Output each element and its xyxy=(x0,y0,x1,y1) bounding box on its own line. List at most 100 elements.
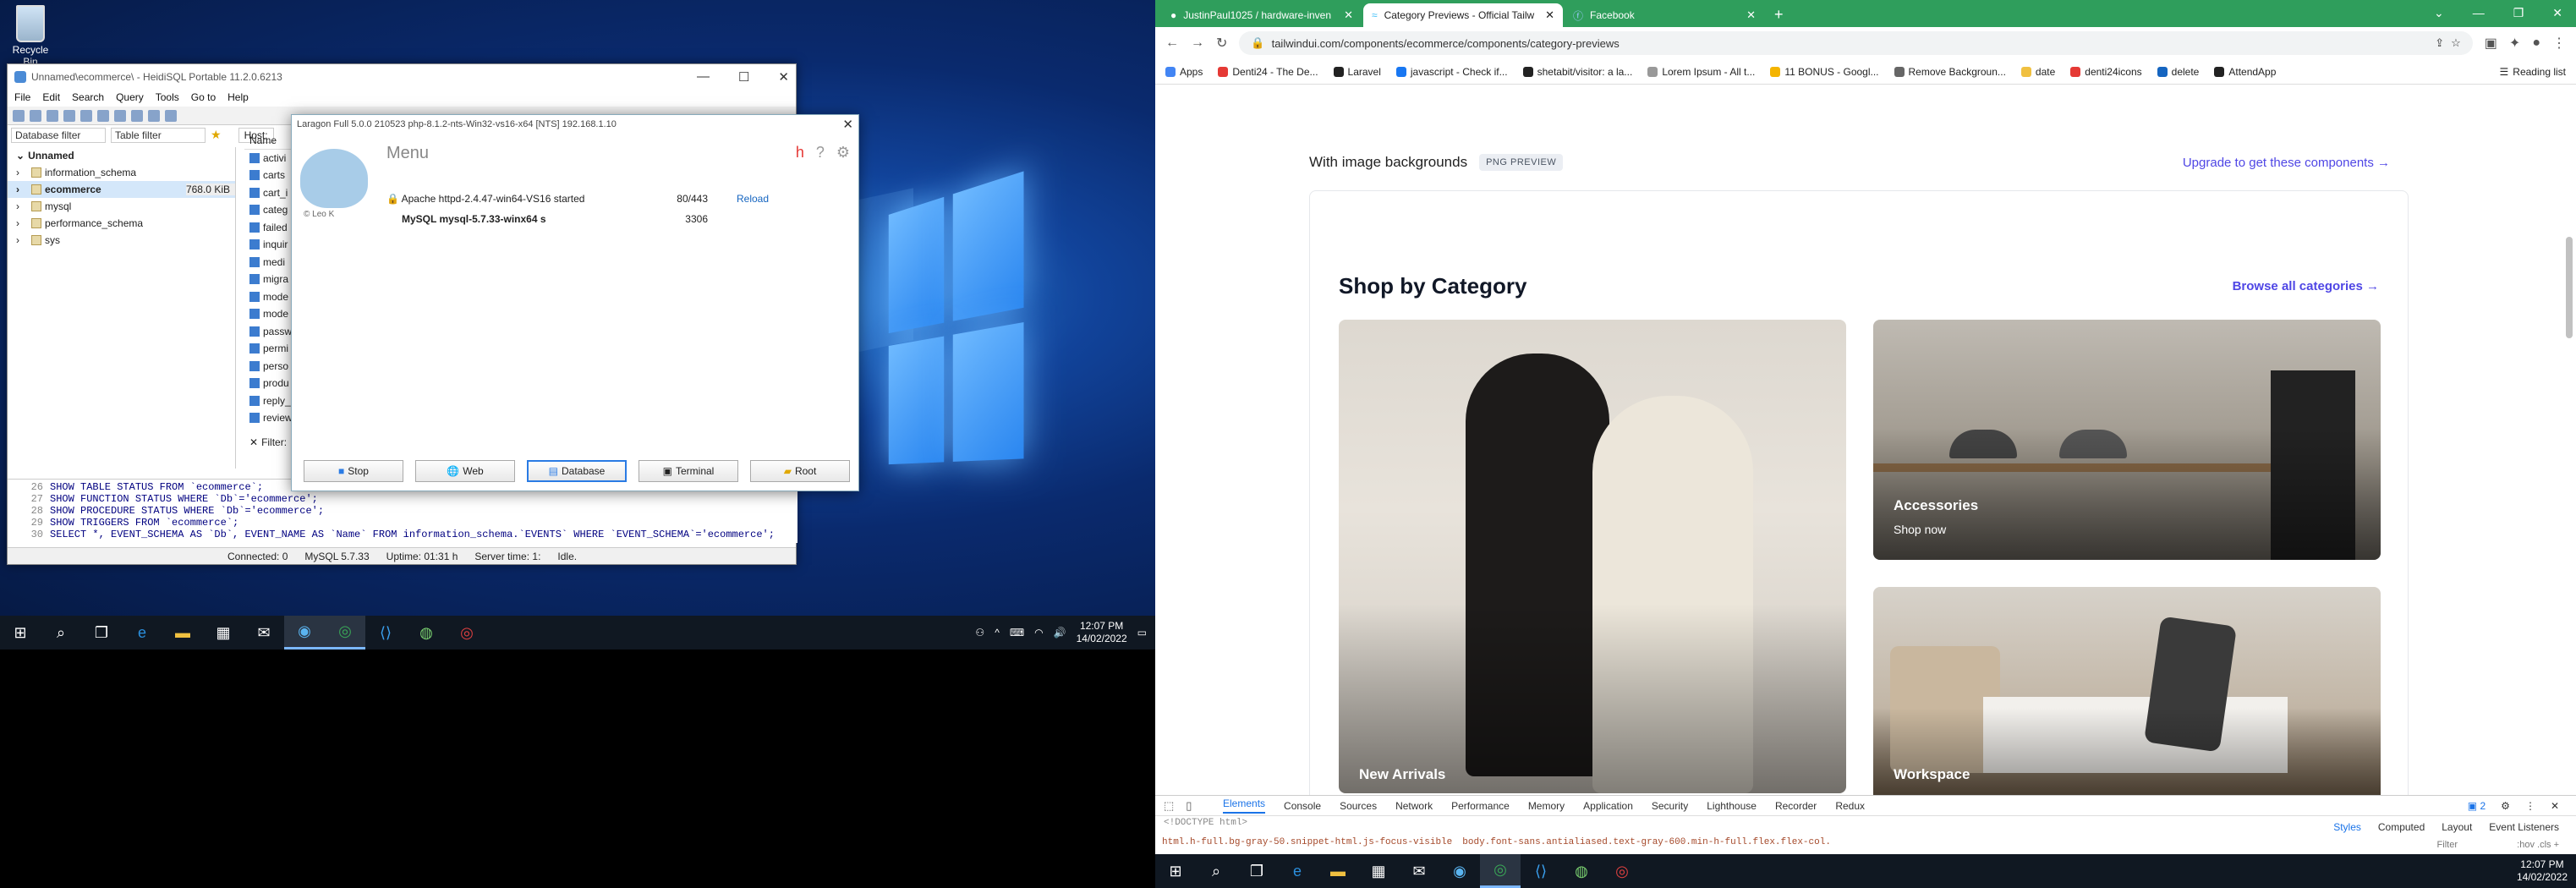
chrome-icon[interactable]: ◎ xyxy=(1480,854,1521,888)
laragon-h-icon[interactable]: h xyxy=(796,144,804,162)
web-button[interactable]: 🌐 Web xyxy=(415,460,515,482)
export-icon[interactable] xyxy=(114,109,126,122)
new-tab-button[interactable]: + xyxy=(1766,6,1792,27)
back-icon[interactable]: ← xyxy=(1165,36,1179,51)
expand-icon[interactable]: › xyxy=(16,184,19,195)
close-tab-icon[interactable]: ✕ xyxy=(1746,8,1756,22)
bookmark-item[interactable]: denti24icons xyxy=(2070,66,2142,78)
minimize-button[interactable]: — xyxy=(2473,6,2485,20)
tree-root[interactable]: ⌄ Unnamed xyxy=(8,147,235,164)
browser-tab[interactable]: ● JustinPaul1025 / hardware-inven ✕ xyxy=(1162,3,1362,27)
devtools-tab-application[interactable]: Application xyxy=(1583,800,1633,812)
puzzle-icon[interactable]: ✦ xyxy=(2509,35,2520,52)
task-view-icon[interactable]: ❐ xyxy=(81,616,122,650)
expand-icon[interactable]: › xyxy=(16,167,19,178)
close-button[interactable]: ✕ xyxy=(842,117,853,132)
expand-icon[interactable]: › xyxy=(16,217,19,229)
copy-icon[interactable] xyxy=(47,109,58,122)
device-toolbar-icon[interactable]: ▯ xyxy=(1186,799,1192,813)
maximize-button[interactable]: ☐ xyxy=(738,69,749,85)
bookmark-item[interactable]: Apps xyxy=(1165,66,1203,78)
category-card-accessories[interactable]: Accessories Shop now xyxy=(1873,320,2381,560)
tree-item[interactable]: › information_schema xyxy=(8,164,235,181)
forward-icon[interactable]: → xyxy=(1191,36,1204,51)
doctype-line[interactable]: <!DOCTYPE html> xyxy=(1164,818,1247,828)
styles-filter-hints[interactable]: :hov .cls + xyxy=(2517,840,2559,850)
mail-icon[interactable]: ✉ xyxy=(1399,854,1439,888)
menu-tools[interactable]: Tools xyxy=(156,91,179,105)
bookmark-item[interactable]: date xyxy=(2020,66,2055,78)
tree-item[interactable]: › performance_schema xyxy=(8,215,235,232)
styles-tab[interactable]: Styles xyxy=(2333,821,2361,833)
minimize-button[interactable]: — xyxy=(697,69,710,85)
mail-icon[interactable]: ✉ xyxy=(244,616,284,650)
recycle-bin[interactable]: Recycle Bin xyxy=(5,5,56,68)
devtools-tab-security[interactable]: Security xyxy=(1652,800,1688,812)
bookmark-item[interactable]: Lorem Ipsum - All t... xyxy=(1647,66,1755,78)
undo-icon[interactable] xyxy=(97,109,109,122)
browser-tab-active[interactable]: ≈ Category Previews - Official Tailw ✕ xyxy=(1363,3,1563,27)
menu-goto[interactable]: Go to xyxy=(191,91,216,105)
devtools-tab-recorder[interactable]: Recorder xyxy=(1775,800,1817,812)
vscode-icon[interactable]: ⟨⟩ xyxy=(1521,854,1561,888)
notifications-icon[interactable]: ▭ xyxy=(1137,627,1147,639)
laragon-titlebar[interactable]: Laragon Full 5.0.0 210523 php-8.1.2-nts-… xyxy=(292,115,858,134)
file-explorer-icon[interactable]: ▬ xyxy=(1318,854,1358,888)
bookmark-item[interactable]: 11 BONUS - Googl... xyxy=(1770,66,1879,78)
computed-tab[interactable]: Computed xyxy=(2378,821,2425,833)
reload-icon[interactable]: ↻ xyxy=(1216,35,1227,52)
disconnect-icon[interactable] xyxy=(30,109,41,122)
table-filter-input[interactable]: Table filter xyxy=(111,128,206,143)
bookmark-item[interactable]: delete xyxy=(2157,66,2199,78)
menu-edit[interactable]: Edit xyxy=(42,91,60,105)
devtools-tab-performance[interactable]: Performance xyxy=(1451,800,1510,812)
devtools-tab-redux[interactable]: Redux xyxy=(1835,800,1865,812)
devtools-tab-console[interactable]: Console xyxy=(1284,800,1321,812)
devtools-tab-lighthouse[interactable]: Lighthouse xyxy=(1707,800,1757,812)
laragon-taskbar-icon[interactable]: ◉ xyxy=(1439,854,1480,888)
gear-icon[interactable]: ⚙ xyxy=(836,144,850,162)
devtools-tab-memory[interactable]: Memory xyxy=(1528,800,1565,812)
store-icon[interactable]: ▦ xyxy=(203,616,244,650)
star-icon[interactable]: ★ xyxy=(211,128,222,143)
reload-link[interactable]: Reload xyxy=(737,193,769,205)
connect-icon[interactable] xyxy=(13,109,25,122)
volume-icon[interactable]: 🔊 xyxy=(1054,627,1066,639)
tree-item[interactable]: › mysql xyxy=(8,198,235,215)
stop-button[interactable]: ■ Stop xyxy=(304,460,403,482)
crumb-body[interactable]: body.font-sans.antialiased.text-gray-600… xyxy=(1462,837,1831,847)
store-icon[interactable]: ▦ xyxy=(1358,854,1399,888)
print-icon[interactable] xyxy=(80,109,92,122)
bookmark-item[interactable]: javascript - Check if... xyxy=(1395,66,1508,78)
laragon-taskbar-icon[interactable]: ◉ xyxy=(284,616,325,650)
laragon-menu[interactable]: Menu xyxy=(386,144,429,163)
bookmark-item[interactable]: AttendApp xyxy=(2214,66,2276,78)
vscode-icon[interactable]: ⟨⟩ xyxy=(365,616,406,650)
issues-badge[interactable]: ▣ 2 xyxy=(2468,800,2486,812)
file-explorer-icon[interactable]: ▬ xyxy=(162,616,203,650)
start-button[interactable]: ⊞ xyxy=(0,616,41,650)
close-tab-icon[interactable]: ✕ xyxy=(1344,8,1353,22)
menu-file[interactable]: File xyxy=(14,91,30,105)
collapse-icon[interactable]: ⌄ xyxy=(16,150,25,162)
devtools-tab-sources[interactable]: Sources xyxy=(1340,800,1377,812)
help-icon[interactable]: ? xyxy=(816,144,825,162)
search-icon[interactable]: ⌕ xyxy=(41,616,81,650)
expand-icon[interactable]: › xyxy=(16,234,19,246)
wifi-icon[interactable]: ◠ xyxy=(1034,627,1043,639)
menu-icon[interactable]: ⋮ xyxy=(2552,35,2566,52)
chrome-icon[interactable]: ◎ xyxy=(325,616,365,650)
keyboard-icon[interactable]: ⌨ xyxy=(1010,627,1024,639)
clock[interactable]: 12:07 PM 14/02/2022 xyxy=(1077,620,1127,645)
menu-query[interactable]: Query xyxy=(116,91,144,105)
chrome-dev-icon[interactable]: ◎ xyxy=(1602,854,1642,888)
browser-tab[interactable]: ⓕ Facebook ✕ xyxy=(1565,3,1764,27)
devtools-tab-network[interactable]: Network xyxy=(1395,800,1433,812)
upgrade-link[interactable]: Upgrade to get these components → xyxy=(2183,156,2390,170)
heidisql-taskbar-icon[interactable]: ◍ xyxy=(406,616,447,650)
reading-list[interactable]: ☰ Reading list xyxy=(2500,66,2566,78)
database-filter-input[interactable]: Database filter xyxy=(11,128,106,143)
address-bar[interactable]: 🔒 tailwindui.com/components/ecommerce/co… xyxy=(1239,31,2473,55)
people-icon[interactable]: ⚇ xyxy=(975,627,984,639)
root-button[interactable]: ▰ Root xyxy=(750,460,850,482)
